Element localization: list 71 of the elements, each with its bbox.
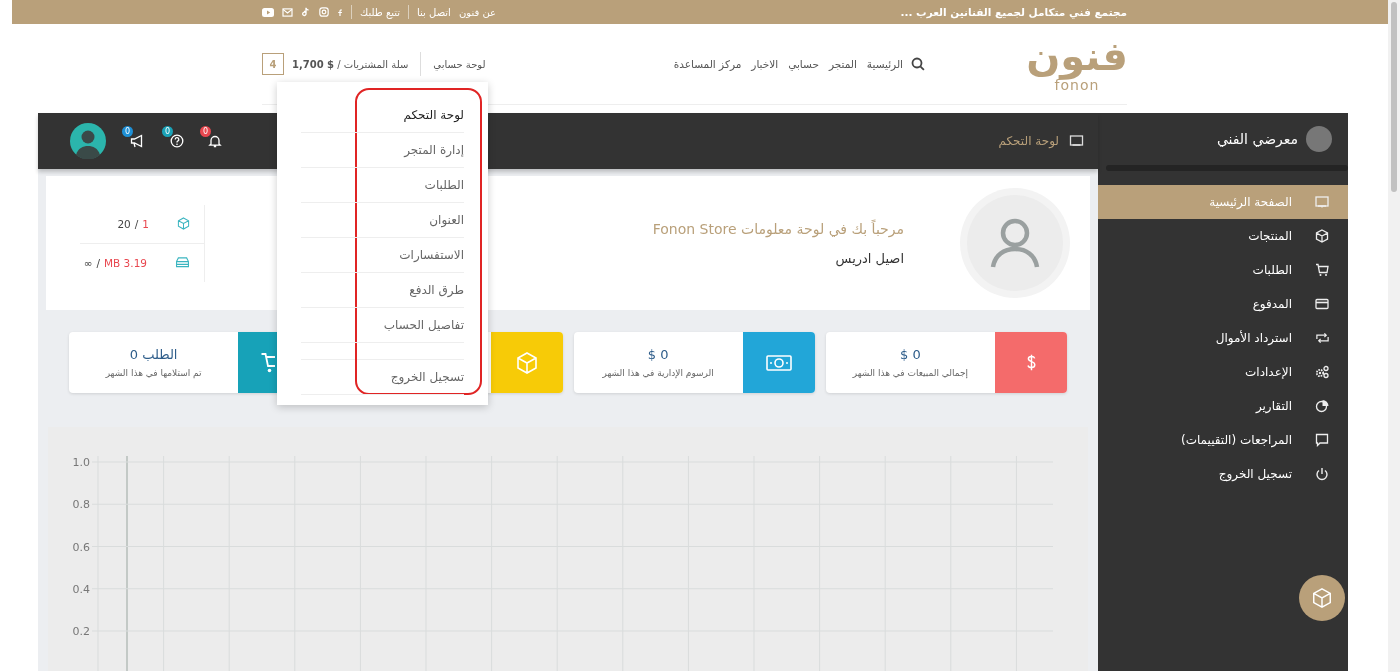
- repeat-arrows-icon: [1314, 332, 1330, 344]
- monitor-icon: [1069, 135, 1084, 147]
- pie-chart-icon: [1315, 399, 1329, 413]
- cube-icon: [1315, 229, 1329, 243]
- help-icon[interactable]: [170, 134, 184, 148]
- stat-value: الطلب 0: [129, 347, 178, 362]
- usage-separator: /: [96, 256, 100, 269]
- nav-link[interactable]: مركز المساعدة: [673, 58, 742, 70]
- count-badge: 0: [200, 126, 211, 137]
- y-tick-label: 0.6: [72, 540, 90, 554]
- stat-label: الرسوم الإدارية في هذا الشهر: [602, 368, 714, 378]
- usage-separator: /: [134, 217, 139, 230]
- menu-item[interactable]: تسجيل الخروج: [301, 360, 464, 395]
- nav-link[interactable]: الاخبار: [751, 58, 779, 70]
- sidebar-item[interactable]: المدفوع: [1098, 287, 1348, 321]
- y-tick-label: 0.8: [72, 498, 90, 512]
- sidebar-item[interactable]: المراجعات (التقييمات): [1098, 423, 1348, 457]
- usage-limit: 20: [117, 217, 131, 230]
- monitor-icon: [1315, 196, 1329, 208]
- sidebar-item[interactable]: استرداد الأموال: [1098, 321, 1348, 355]
- user-avatar-icon: [967, 195, 1063, 291]
- page-title: لوحة التحكم: [998, 134, 1059, 148]
- nav-link[interactable]: حسابي: [788, 58, 819, 70]
- count-badge: 0: [122, 126, 133, 137]
- banknote-icon: [765, 354, 792, 371]
- menu-item[interactable]: الطلبات: [301, 168, 464, 203]
- nav-link[interactable]: الرئيسية: [866, 58, 903, 70]
- bell-icon[interactable]: [208, 134, 222, 148]
- welcome-message: مرحباً بك في لوحة معلومات Fonon Store: [652, 220, 904, 237]
- hard-drive-icon: [175, 257, 190, 268]
- search-icon[interactable]: [911, 57, 925, 71]
- power-icon: [1315, 467, 1329, 481]
- count-badge: 0: [162, 126, 173, 137]
- gears-icon: [1315, 365, 1329, 379]
- menu-item[interactable]: لوحة التحكم: [301, 98, 464, 133]
- cart-icon: [261, 352, 276, 373]
- sidebar-item[interactable]: الإعدادات: [1098, 355, 1348, 389]
- menu-item[interactable]: إدارة المتجر: [301, 133, 464, 168]
- speech-bubble-icon: [1315, 433, 1329, 447]
- y-tick-label: 0.2: [72, 625, 90, 638]
- account-link[interactable]: لوحة حسابي: [433, 58, 486, 70]
- stat-value: 0 $: [647, 347, 669, 362]
- store-logo-icon: [1306, 126, 1332, 152]
- tagline: مجتمع فني متكامل لجميع الفنانين العرب ...: [900, 6, 1127, 18]
- stat-value: 0 $: [900, 347, 921, 362]
- store-title: معرضي الفني: [1216, 131, 1298, 147]
- usage-used: 1: [142, 217, 149, 230]
- menu-item[interactable]: العنوان: [301, 203, 464, 238]
- cube-icon: [1311, 587, 1333, 609]
- menu-item[interactable]: الاستفسارات: [301, 238, 464, 273]
- cart-icon: [1315, 263, 1329, 277]
- usage-used: MB 3.19: [104, 256, 147, 269]
- y-tick-label: 1.0: [72, 456, 90, 469]
- stat-label: تم استلامها في هذا الشهر: [105, 368, 202, 378]
- sidebar-item[interactable]: تسجيل الخروج: [1098, 457, 1348, 491]
- usage-limit: ∞: [83, 256, 93, 269]
- stat-label: إجمالي المبيعات في هذا الشهر: [852, 368, 969, 378]
- credit-card-icon: [1315, 298, 1329, 310]
- cube-icon: [514, 350, 539, 375]
- cube-icon: [177, 217, 190, 230]
- scrollbar[interactable]: [1388, 0, 1400, 672]
- sidebar-item[interactable]: المنتجات: [1098, 219, 1348, 253]
- menu-item[interactable]: طرق الدفع: [301, 273, 464, 308]
- sidebar-item[interactable]: التقارير: [1098, 389, 1348, 423]
- user-name: اصيل ادريس: [834, 250, 904, 266]
- y-tick-label: 0.4: [72, 582, 90, 596]
- nav-link[interactable]: المتجر: [828, 58, 857, 70]
- menu-item[interactable]: تفاصيل الحساب: [301, 308, 464, 343]
- dollar-icon: [1025, 354, 1037, 371]
- sidebar-item[interactable]: الطلبات: [1098, 253, 1348, 287]
- avatar-icon[interactable]: [70, 123, 106, 159]
